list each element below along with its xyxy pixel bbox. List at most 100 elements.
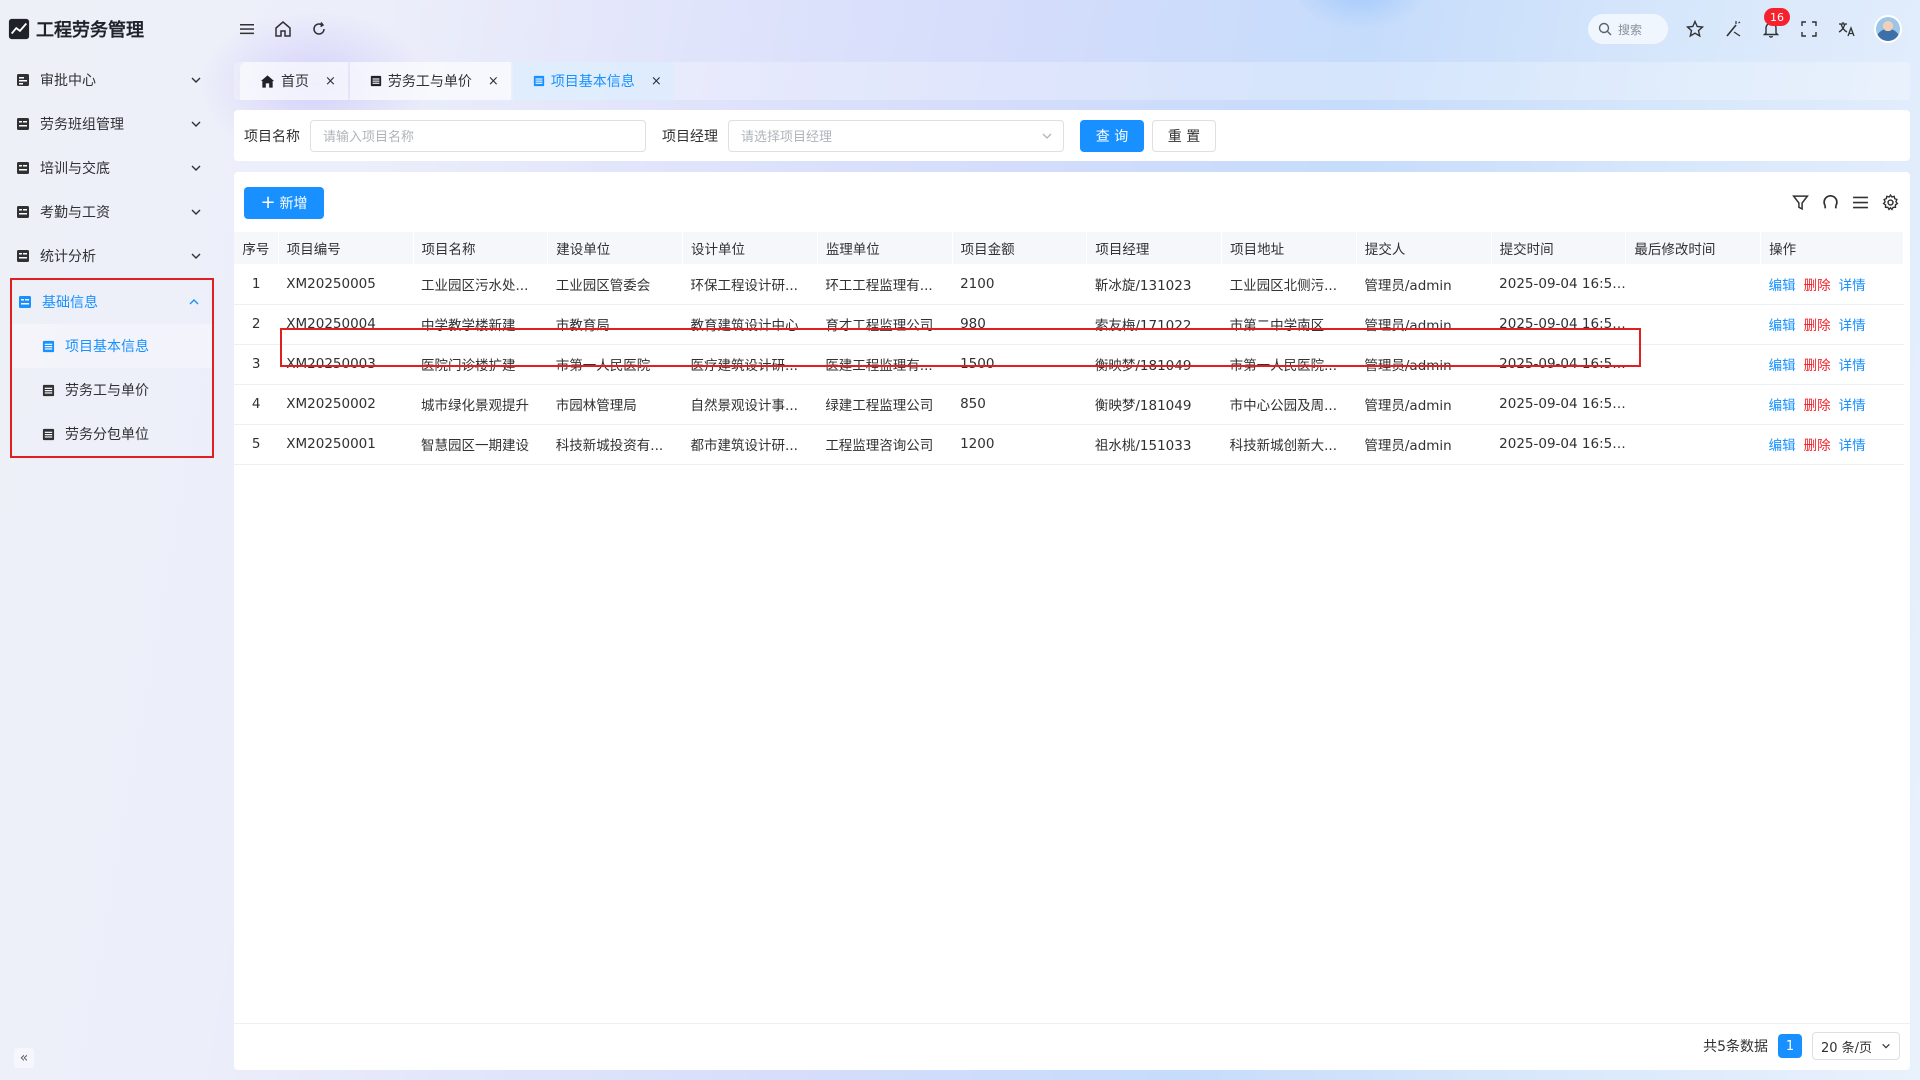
add-label: 新增 (279, 196, 308, 212)
project-name-label: 项目名称 (244, 128, 300, 145)
table-cell-amount: 980 (952, 304, 1087, 345)
table-row[interactable]: 2 XM20250004 中学教学楼新建 市教育局 教育建筑设计中心 育才工程监理公司 98… (234, 304, 1904, 345)
column-header: 建设单位 (547, 232, 684, 264)
page-size-select[interactable]: 20 条/页 (1812, 1032, 1900, 1060)
detail-link[interactable]: 详情 (1839, 438, 1866, 454)
project-name-input[interactable]: 请输入项目名称 (310, 119, 646, 152)
project-manager-select[interactable]: 请选择项目经理 (728, 119, 1064, 152)
tab-project-info[interactable]: 项目基本信息 × (512, 62, 674, 100)
table-cell-manager: 索友梅/171022 (1086, 304, 1222, 345)
magic-wand-icon[interactable] (1722, 18, 1744, 40)
tab-labor-price[interactable]: 劳务工与单价 × (349, 62, 511, 100)
close-icon[interactable]: × (488, 74, 499, 89)
table-row[interactable]: 4 XM20250002 城市绿化景观提升 市园林管理局 自然景观设计事... 绿建工程监… (234, 384, 1904, 425)
refresh-icon[interactable] (1820, 192, 1840, 212)
table-cell-code: XM20250005 (278, 264, 414, 305)
search-label: 搜索 (1618, 22, 1643, 37)
chevron-down-icon (191, 77, 201, 83)
document-icon (533, 75, 544, 87)
table-cell-manager: 衡映梦/181049 (1086, 344, 1222, 385)
delete-link[interactable]: 删除 (1804, 318, 1831, 334)
density-icon[interactable] (1850, 192, 1870, 212)
column-header: 项目地址 (1221, 232, 1357, 264)
table-cell-submit-time: 2025-09-04 16:53... (1491, 424, 1626, 465)
delete-link[interactable]: 删除 (1804, 438, 1831, 454)
edit-link[interactable]: 编辑 (1769, 278, 1796, 294)
sidebar-group-basic-info: 基础信息 项目基本信息 劳务工与单价 劳务分包单位 (10, 278, 214, 458)
edit-link[interactable]: 编辑 (1769, 358, 1796, 374)
translate-icon[interactable] (1836, 18, 1858, 40)
filter-icon[interactable] (1790, 192, 1810, 212)
document-icon (42, 384, 55, 396)
fullscreen-icon[interactable] (1798, 18, 1820, 40)
settings-gear-icon[interactable] (1880, 192, 1900, 212)
edit-link[interactable]: 编辑 (1769, 398, 1796, 414)
global-search[interactable]: 搜索 (1588, 14, 1668, 44)
table-tools (1790, 192, 1900, 212)
detail-link[interactable]: 详情 (1839, 278, 1866, 294)
table-cell-address: 市中心公园及周... (1221, 384, 1357, 425)
table-row[interactable]: 5 XM20250001 智慧园区一期建设 科技新城投资有... 都市建筑设计研... 工… (234, 424, 1904, 465)
sidebar-item-teams[interactable]: 劳务班组管理 (8, 102, 214, 146)
delete-link[interactable]: 删除 (1804, 398, 1831, 414)
table-cell-submit-time: 2025-09-04 16:54... (1491, 304, 1626, 345)
tab-label: 项目基本信息 (550, 74, 635, 90)
delete-link[interactable]: 删除 (1804, 278, 1831, 294)
table-cell-code: XM20250002 (278, 384, 414, 425)
table-cell-designer: 教育建筑设计中心 (682, 304, 818, 345)
notification-bell[interactable]: 16 (1760, 8, 1790, 40)
delete-link[interactable]: 删除 (1804, 358, 1831, 374)
page-number-button[interactable]: 1 (1778, 1034, 1802, 1058)
home-icon[interactable] (272, 18, 294, 40)
table-row[interactable]: 3 XM20250003 医院门诊楼扩建 市第一人民医院 医疗建筑设计研... 医建工程监… (234, 344, 1904, 385)
sidebar-item-approval[interactable]: 审批中心 (8, 58, 214, 102)
document-icon (370, 75, 382, 87)
close-icon[interactable]: × (325, 74, 336, 89)
star-icon[interactable] (1684, 18, 1706, 40)
table-cell-modified (1625, 344, 1761, 385)
sidebar-item-basic-info[interactable]: 基础信息 (12, 280, 212, 324)
table-cell-idx: 3 (234, 344, 279, 385)
table-cell-idx: 2 (234, 304, 279, 345)
table-cell-supervisor: 医建工程监理有... (817, 344, 953, 385)
chevron-down-icon (191, 121, 201, 127)
query-button[interactable]: 查 询 (1080, 119, 1144, 152)
column-header: 项目编号 (278, 232, 414, 264)
column-header: 项目经理 (1086, 232, 1223, 264)
detail-link[interactable]: 详情 (1839, 318, 1866, 334)
sidebar-item-training[interactable]: 培训与交底 (8, 146, 214, 190)
sidebar-item-labor-price[interactable]: 劳务工与单价 (12, 368, 212, 412)
background-glow (1290, 0, 1430, 30)
close-icon[interactable]: × (651, 74, 662, 89)
edit-link[interactable]: 编辑 (1769, 438, 1796, 454)
attendance-icon (17, 206, 29, 218)
user-avatar[interactable] (1874, 15, 1902, 43)
column-header: 设计单位 (682, 232, 818, 264)
table-cell-supervisor: 工程监理咨询公司 (817, 424, 953, 465)
table-cell-name: 智慧园区一期建设 (413, 424, 548, 465)
tab-home[interactable]: 首页 × (240, 62, 348, 100)
basic-info-icon (19, 296, 31, 308)
notification-badge: 16 (1764, 8, 1790, 26)
table-row[interactable]: 1 XM20250005 工业园区污水处... 工业园区管委会 环保工程设计研... 环工… (234, 264, 1904, 305)
column-header: 最后修改时间 (1625, 232, 1762, 264)
table-cell-builder: 市第一人民医院 (547, 344, 683, 385)
table-cell-designer: 都市建筑设计研... (682, 424, 818, 465)
refresh-icon[interactable] (308, 18, 330, 40)
add-button[interactable]: + 新增 (244, 187, 324, 219)
collapse-sidebar-button[interactable]: « (14, 1048, 34, 1068)
detail-link[interactable]: 详情 (1839, 398, 1866, 414)
sidebar-item-subcontractor[interactable]: 劳务分包单位 (12, 412, 212, 456)
sidebar-item-label: 基础信息 (42, 295, 98, 311)
edit-link[interactable]: 编辑 (1769, 318, 1796, 334)
menu-toggle-icon[interactable] (236, 18, 258, 40)
sidebar-item-project-info[interactable]: 项目基本信息 (12, 324, 212, 368)
table-cell-idx: 5 (234, 424, 279, 465)
detail-link[interactable]: 详情 (1839, 358, 1866, 374)
reset-button[interactable]: 重 置 (1152, 119, 1216, 152)
sidebar-item-stats[interactable]: 统计分析 (8, 234, 214, 278)
brand[interactable]: 工程劳务管理 (8, 14, 144, 44)
sidebar-item-attendance[interactable]: 考勤与工资 (8, 190, 214, 234)
table-cell-builder: 市园林管理局 (547, 384, 683, 425)
table-cell-amount: 1200 (952, 424, 1087, 465)
